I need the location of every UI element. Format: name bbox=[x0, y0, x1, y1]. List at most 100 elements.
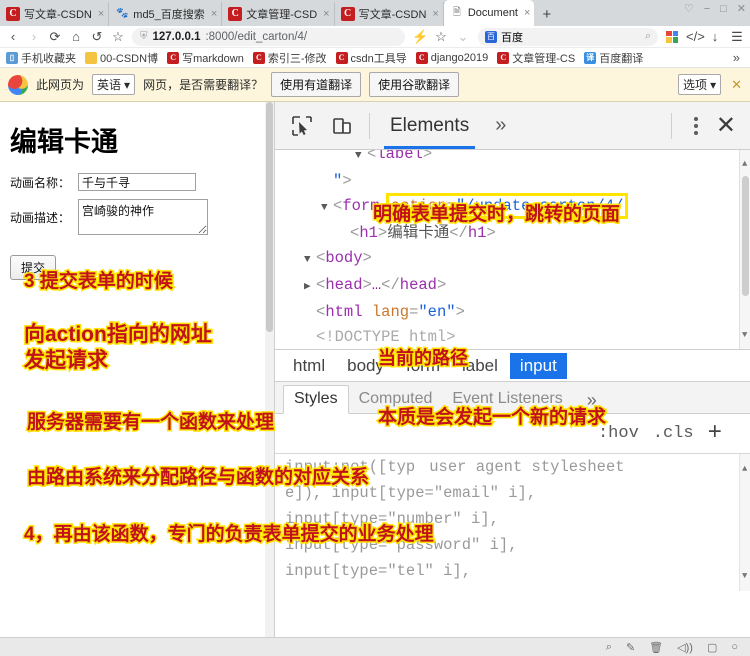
breadcrumb-item-html[interactable]: html bbox=[283, 353, 335, 379]
browser-tab-active[interactable]: 🗎 Document × bbox=[443, 0, 535, 26]
browser-tab[interactable]: C 写文章-CSDN × bbox=[0, 2, 110, 26]
tab-close-icon[interactable]: × bbox=[321, 8, 329, 20]
download-icon[interactable]: ↓ bbox=[708, 29, 722, 44]
tab-bar: C 写文章-CSDN × 🐾 md5_百度搜索 × C 文章管理-CSD × C… bbox=[0, 0, 750, 26]
css-pane-scrollbar[interactable]: ▲ ▼ bbox=[739, 454, 750, 591]
forward-icon[interactable]: › bbox=[27, 29, 41, 44]
pen-icon[interactable]: ✎ bbox=[626, 641, 635, 654]
scroll-down-icon[interactable]: ▼ bbox=[742, 323, 747, 348]
star-icon[interactable]: ☆ bbox=[434, 29, 448, 45]
options-label: 选项 bbox=[683, 78, 708, 92]
reload-icon[interactable]: ⟳ bbox=[48, 29, 62, 45]
dom-tree-scrollbar-thumb[interactable] bbox=[742, 176, 749, 296]
tab-styles[interactable]: Styles bbox=[283, 385, 349, 414]
csdn-icon: C bbox=[6, 7, 20, 21]
menu-icon[interactable]: ☰ bbox=[730, 29, 744, 45]
dom-tree[interactable]: ▼ <label> "> ▼ <form action="/update_carton/… bbox=[275, 150, 750, 350]
devtools-toolbar: Elements » ✕ bbox=[275, 102, 750, 150]
disclosure-triangle-icon[interactable]: ▼ bbox=[355, 150, 367, 169]
name-input[interactable] bbox=[78, 173, 196, 191]
csdn-icon: C bbox=[252, 51, 265, 64]
translate-options-button[interactable]: 选项 ▾ bbox=[678, 74, 722, 95]
google-translate-button[interactable]: 使用谷歌翻译 bbox=[369, 72, 460, 97]
bookmark-item[interactable]: C 索引三-修改 bbox=[252, 50, 327, 66]
history-icon[interactable]: ↺ bbox=[90, 29, 104, 45]
search-icon[interactable]: ⌕ bbox=[645, 30, 651, 43]
dom-node[interactable]: "> bbox=[275, 169, 750, 194]
css-rule-source: user agent stylesheet bbox=[429, 458, 625, 476]
translate-bar: 此网页为 英语 ▾ 网页，是否需要翻译？ 使用有道翻译 使用谷歌翻译 选项 ▾ … bbox=[0, 68, 750, 102]
browser-tab[interactable]: C 写文章-CSDN × bbox=[334, 2, 444, 26]
new-style-rule-button[interactable]: + bbox=[708, 420, 722, 447]
bookmark-label: 百度翻译 bbox=[599, 52, 644, 65]
home-icon[interactable]: ⌂ bbox=[69, 29, 83, 44]
devtools-panel: Elements » ✕ ▼ <label> "> ▼ <form action="/u… bbox=[274, 102, 750, 637]
kebab-menu-icon[interactable] bbox=[688, 116, 704, 135]
shirt-icon[interactable]: ♡ bbox=[684, 2, 694, 15]
search-input[interactable]: 百 百度 ⌕ bbox=[478, 27, 658, 46]
bookmark-item[interactable]: C 写markdown bbox=[167, 50, 244, 66]
bookmark-item[interactable]: C 文章管理-CS bbox=[497, 50, 575, 66]
dom-node[interactable]: ▼ <label> bbox=[275, 150, 750, 169]
dom-node[interactable]: ▼ <body> bbox=[275, 246, 750, 273]
dom-node[interactable]: <html lang="en"> bbox=[275, 300, 750, 325]
youdao-translate-button[interactable]: 使用有道翻译 bbox=[271, 72, 362, 97]
close-translate-bar-icon[interactable]: ✕ bbox=[731, 77, 742, 93]
breadcrumb-item-input[interactable]: input bbox=[509, 352, 567, 379]
css-rule-line[interactable]: input[type="tel" i], bbox=[285, 558, 750, 584]
disclosure-triangle-icon[interactable]: ▼ bbox=[304, 248, 316, 273]
page-scrollbar[interactable] bbox=[265, 102, 274, 637]
chevron-down-icon[interactable]: ⌄ bbox=[456, 29, 470, 45]
tab-elements[interactable]: Elements bbox=[380, 103, 479, 149]
inspect-cursor-icon[interactable] bbox=[285, 110, 319, 142]
minimize-icon[interactable]: − bbox=[704, 3, 710, 15]
close-devtools-icon[interactable]: ✕ bbox=[716, 111, 740, 140]
dom-node[interactable]: ▶ <head>…</head> bbox=[275, 273, 750, 300]
devtools-more-tabs-icon[interactable]: » bbox=[485, 114, 516, 137]
scroll-up-icon[interactable]: ▲ bbox=[742, 456, 747, 482]
flash-icon[interactable]: ⚡ bbox=[412, 29, 428, 45]
scroll-up-icon[interactable]: ▲ bbox=[742, 152, 747, 177]
bookmark-item[interactable]: Ccsdn工具导 bbox=[335, 50, 407, 66]
translate-suffix: 网页，是否需要翻译？ bbox=[143, 78, 264, 92]
tab-close-icon[interactable]: × bbox=[96, 8, 104, 20]
cursor-icon[interactable]: ⌕ bbox=[606, 641, 612, 654]
shield-icon: ⛨ bbox=[140, 31, 148, 42]
tab-title: 文章管理-CSD bbox=[246, 9, 318, 21]
device-toggle-icon[interactable] bbox=[325, 110, 359, 142]
tab-close-icon[interactable]: × bbox=[430, 8, 438, 20]
description-textarea[interactable]: 宫崎骏的神作 bbox=[78, 199, 208, 235]
circle-icon[interactable]: ○ bbox=[731, 641, 738, 653]
bookmark-item[interactable]: 译百度翻译 bbox=[584, 50, 643, 66]
tab-close-icon[interactable]: × bbox=[522, 7, 530, 19]
bookmark-item[interactable]: Cdjango2019 bbox=[415, 51, 488, 64]
apps-icon[interactable] bbox=[666, 30, 678, 43]
dom-node[interactable]: <!DOCTYPE html> bbox=[275, 325, 750, 349]
disclosure-triangle-icon[interactable]: ▼ bbox=[321, 196, 333, 221]
disclosure-triangle-icon[interactable]: ▶ bbox=[304, 275, 316, 300]
back-icon[interactable]: ‹ bbox=[6, 29, 20, 44]
dom-tree-scrollbar[interactable]: ▲ ▼ bbox=[739, 150, 750, 349]
url-host: 127.0.0.1 bbox=[152, 30, 201, 43]
maximize-icon[interactable]: □ bbox=[720, 3, 727, 15]
address-bar[interactable]: ⛨ 127.0.0.1:8000/edit_carton/4/ bbox=[132, 27, 405, 46]
tab-title: Document bbox=[467, 7, 518, 19]
bookmarks-overflow-icon[interactable]: » bbox=[733, 50, 744, 65]
window-icon[interactable]: ▢ bbox=[707, 641, 717, 654]
speaker-icon[interactable]: ◁)) bbox=[677, 641, 693, 654]
tab-close-icon[interactable]: × bbox=[209, 8, 217, 20]
close-window-icon[interactable]: ✕ bbox=[737, 2, 746, 15]
bookmark-item[interactable]: ▯ 手机收藏夹 bbox=[6, 50, 76, 66]
trash-icon[interactable]: 🗑 bbox=[649, 641, 663, 654]
page-scrollbar-thumb[interactable] bbox=[266, 102, 273, 332]
code-icon[interactable]: </> bbox=[686, 29, 705, 44]
new-tab-button[interactable]: + bbox=[534, 6, 559, 26]
cls-toggle[interactable]: .cls bbox=[653, 424, 694, 443]
browser-tab[interactable]: 🐾 md5_百度搜索 × bbox=[109, 2, 223, 26]
language-select[interactable]: 英语 ▾ bbox=[92, 74, 136, 95]
bookmark-star-icon[interactable]: ☆ bbox=[111, 29, 125, 45]
bookmark-label: 00-CSDN博 bbox=[100, 52, 159, 65]
browser-tab[interactable]: C 文章管理-CSD × bbox=[222, 2, 335, 26]
bookmark-item[interactable]: 00-CSDN博 bbox=[85, 50, 158, 66]
scroll-down-icon[interactable]: ▼ bbox=[742, 563, 747, 589]
